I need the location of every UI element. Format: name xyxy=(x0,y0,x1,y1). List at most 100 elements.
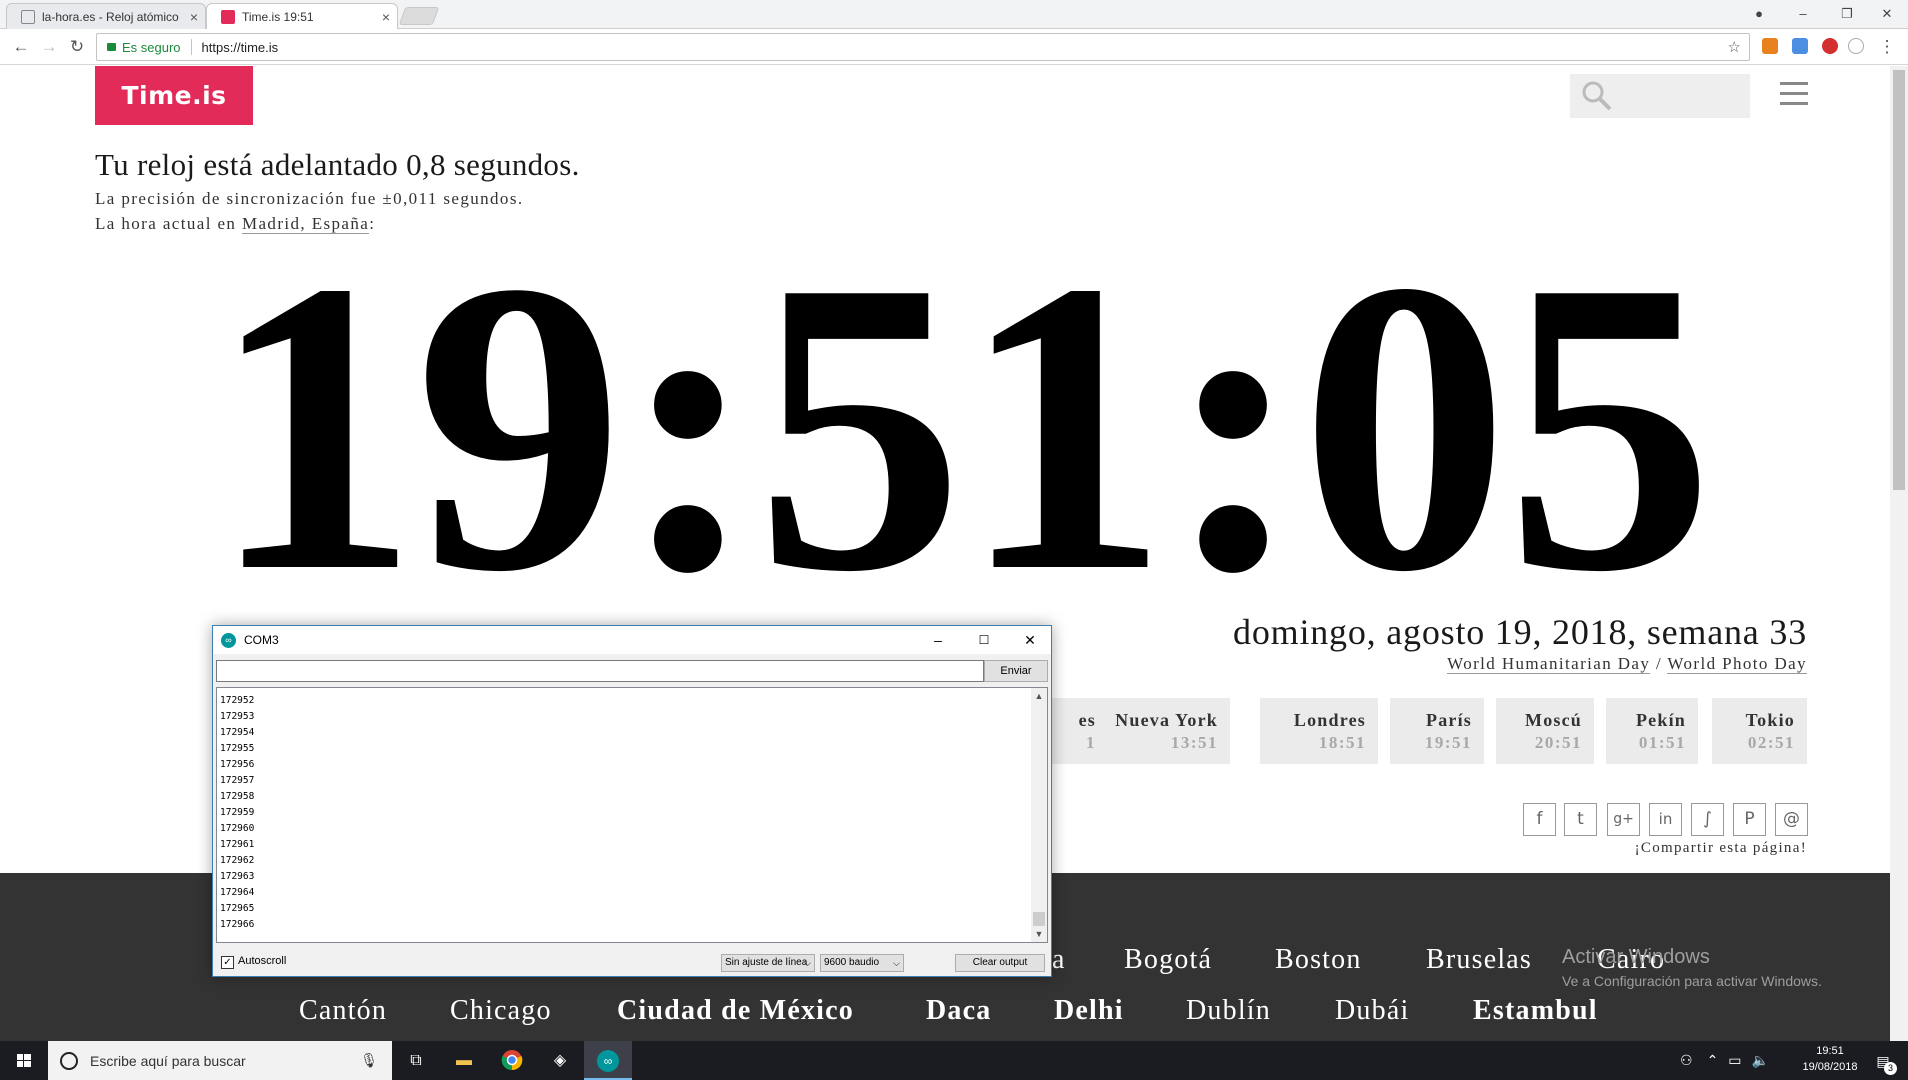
footer-city-link[interactable]: Chicago xyxy=(450,995,552,1027)
back-icon[interactable]: ← xyxy=(10,36,32,58)
close-tab-icon[interactable]: × xyxy=(183,9,205,25)
taskbar-search-box[interactable]: Escribe aquí para buscar 🎙 xyxy=(48,1041,392,1080)
search-icon xyxy=(1582,81,1612,111)
forward-icon[interactable]: → xyxy=(38,36,60,58)
people-icon[interactable]: ⚇ xyxy=(1680,1052,1693,1069)
city-time: 20:51 xyxy=(1534,733,1582,752)
footer-city-link[interactable]: Dublín xyxy=(1186,995,1271,1027)
serial-output-lines: 172952 172953 172954 172955 172956 17295… xyxy=(220,693,254,933)
reload-icon[interactable]: ↻ xyxy=(66,36,88,58)
taskbar-search-placeholder: Escribe aquí para buscar xyxy=(90,1052,246,1069)
metamask-extension-icon[interactable] xyxy=(1762,38,1778,54)
footer-city-link[interactable]: Boston xyxy=(1275,944,1362,976)
footer-city-link[interactable]: Daca xyxy=(926,995,991,1027)
cortana-icon xyxy=(60,1051,78,1070)
window-title: COM3 xyxy=(244,633,279,647)
footer-city-link[interactable]: Bruselas xyxy=(1426,944,1532,976)
scroll-up-icon[interactable]: ▲ xyxy=(1031,688,1047,704)
search-input[interactable] xyxy=(1570,74,1750,118)
facebook-icon[interactable]: f xyxy=(1523,803,1556,836)
tab-title: Time.is 19:51 xyxy=(242,9,314,24)
line-ending-value: Sin ajuste de línea xyxy=(725,957,808,968)
city-time: 19:51 xyxy=(1424,733,1472,752)
show-hidden-icons-chevron-icon[interactable]: ⌃ xyxy=(1707,1052,1719,1069)
clear-output-button[interactable]: Clear output xyxy=(955,954,1045,972)
profile-icon[interactable]: ● xyxy=(1742,4,1776,24)
hamburger-menu-icon[interactable] xyxy=(1780,82,1808,106)
restore-button[interactable]: ❐ xyxy=(1830,4,1864,24)
footer-city-link[interactable]: Cantón xyxy=(299,995,387,1027)
taskbar-time: 19:51 xyxy=(1816,1045,1844,1057)
extension-icon[interactable] xyxy=(1848,38,1864,54)
minimize-button[interactable]: – xyxy=(915,626,961,654)
taskbar-clock[interactable]: 19:51 19/08/2018 xyxy=(1800,1043,1860,1075)
close-tab-icon[interactable]: × xyxy=(375,9,397,25)
translate-extension-icon[interactable] xyxy=(1792,38,1808,54)
baud-rate-select[interactable]: 9600 baudio ⌵ xyxy=(820,954,904,972)
city-card[interactable]: Tokio 02:51 xyxy=(1712,698,1807,764)
twitter-icon[interactable]: t xyxy=(1564,803,1597,836)
arduino-taskbar-icon[interactable]: ∞ xyxy=(584,1041,632,1080)
footer-city-link[interactable]: a xyxy=(1052,944,1066,976)
special-day-link[interactable]: World Humanitarian Day xyxy=(1447,654,1651,674)
email-icon[interactable]: @ xyxy=(1775,803,1808,836)
tab-la-hora[interactable]: la-hora.es - Reloj atómico × xyxy=(6,3,206,29)
special-day-link[interactable]: World Photo Day xyxy=(1667,654,1807,674)
address-bar[interactable]: Es seguro https://time.is ☆ xyxy=(96,33,1750,61)
city-name: Moscú xyxy=(1525,710,1582,730)
site-logo[interactable]: Time.is xyxy=(95,66,253,125)
file-explorer-icon[interactable]: ▬ xyxy=(440,1041,488,1080)
network-icon[interactable]: ▭ xyxy=(1728,1052,1741,1069)
close-button[interactable]: ✕ xyxy=(1007,626,1053,654)
unity-icon[interactable]: ◈ xyxy=(536,1041,584,1080)
city-card[interactable]: Moscú 20:51 xyxy=(1496,698,1594,764)
windows-activation-title: Activar Windows xyxy=(1562,946,1710,968)
minimize-button[interactable]: – xyxy=(1786,4,1820,24)
footer-city-link[interactable]: Bogotá xyxy=(1124,944,1212,976)
city-card[interactable]: Pekín 01:51 xyxy=(1606,698,1698,764)
serial-line: 172963 xyxy=(220,871,255,882)
lock-icon xyxy=(107,43,116,51)
footer-city-link[interactable]: Delhi xyxy=(1054,995,1124,1027)
send-button[interactable]: Enviar xyxy=(984,660,1048,682)
footer-city-link[interactable]: Ciudad de México xyxy=(617,995,854,1027)
city-time: 01:51 xyxy=(1638,733,1686,752)
bookmark-star-icon[interactable]: ☆ xyxy=(1728,38,1741,56)
task-view-icon[interactable]: ⧉ xyxy=(392,1041,440,1080)
tab-time-is[interactable]: Time.is 19:51 × xyxy=(206,3,398,29)
stumbleupon-icon[interactable]: ∫ xyxy=(1691,803,1724,836)
pinterest-icon[interactable]: P xyxy=(1733,803,1766,836)
linkedin-icon[interactable]: in xyxy=(1649,803,1682,836)
maximize-button[interactable]: ☐ xyxy=(961,626,1007,654)
volume-icon[interactable]: 🔈 xyxy=(1752,1052,1769,1069)
new-tab-button[interactable] xyxy=(398,7,440,25)
chrome-menu-icon[interactable]: ⋮ xyxy=(1876,36,1898,58)
opera-extension-icon[interactable] xyxy=(1822,38,1838,54)
close-window-button[interactable]: ✕ xyxy=(1870,4,1904,24)
special-days: World Humanitarian Day / World Photo Day xyxy=(1447,654,1807,674)
taskbar-date: 19/08/2018 xyxy=(1802,1061,1858,1073)
scrollbar-thumb[interactable] xyxy=(1033,912,1045,926)
footer-city-link[interactable]: Estambul xyxy=(1473,995,1598,1027)
city-card[interactable]: Nueva York 13:51 xyxy=(1096,698,1230,764)
city-card[interactable]: París 19:51 xyxy=(1390,698,1484,764)
serial-output[interactable]: 172952 172953 172954 172955 172956 17295… xyxy=(216,687,1048,943)
chrome-logo-icon xyxy=(501,1050,523,1071)
page-icon xyxy=(21,9,35,24)
chrome-icon[interactable] xyxy=(488,1041,536,1080)
microphone-icon[interactable]: 🎙 xyxy=(360,1052,378,1069)
arduino-icon: ∞ xyxy=(221,632,236,648)
city-card[interactable]: Londres 18:51 xyxy=(1260,698,1378,764)
line-ending-select[interactable]: Sin ajuste de línea ⌵ xyxy=(721,954,815,972)
current-date: domingo, agosto 19, 2018, semana 33 xyxy=(1233,612,1807,652)
autoscroll-label: Autoscroll xyxy=(238,955,287,967)
serial-input-field[interactable] xyxy=(216,660,984,682)
google-plus-icon[interactable]: g+ xyxy=(1607,803,1640,836)
start-button[interactable] xyxy=(0,1041,48,1080)
output-scrollbar[interactable]: ▲ ▼ xyxy=(1031,688,1047,942)
footer-city-link[interactable]: Dubái xyxy=(1335,995,1409,1027)
page-scrollbar-thumb[interactable] xyxy=(1893,70,1905,490)
special-day-separator: / xyxy=(1650,654,1668,673)
autoscroll-checkbox[interactable]: ✓ xyxy=(221,956,234,969)
scroll-down-icon[interactable]: ▼ xyxy=(1031,926,1047,942)
